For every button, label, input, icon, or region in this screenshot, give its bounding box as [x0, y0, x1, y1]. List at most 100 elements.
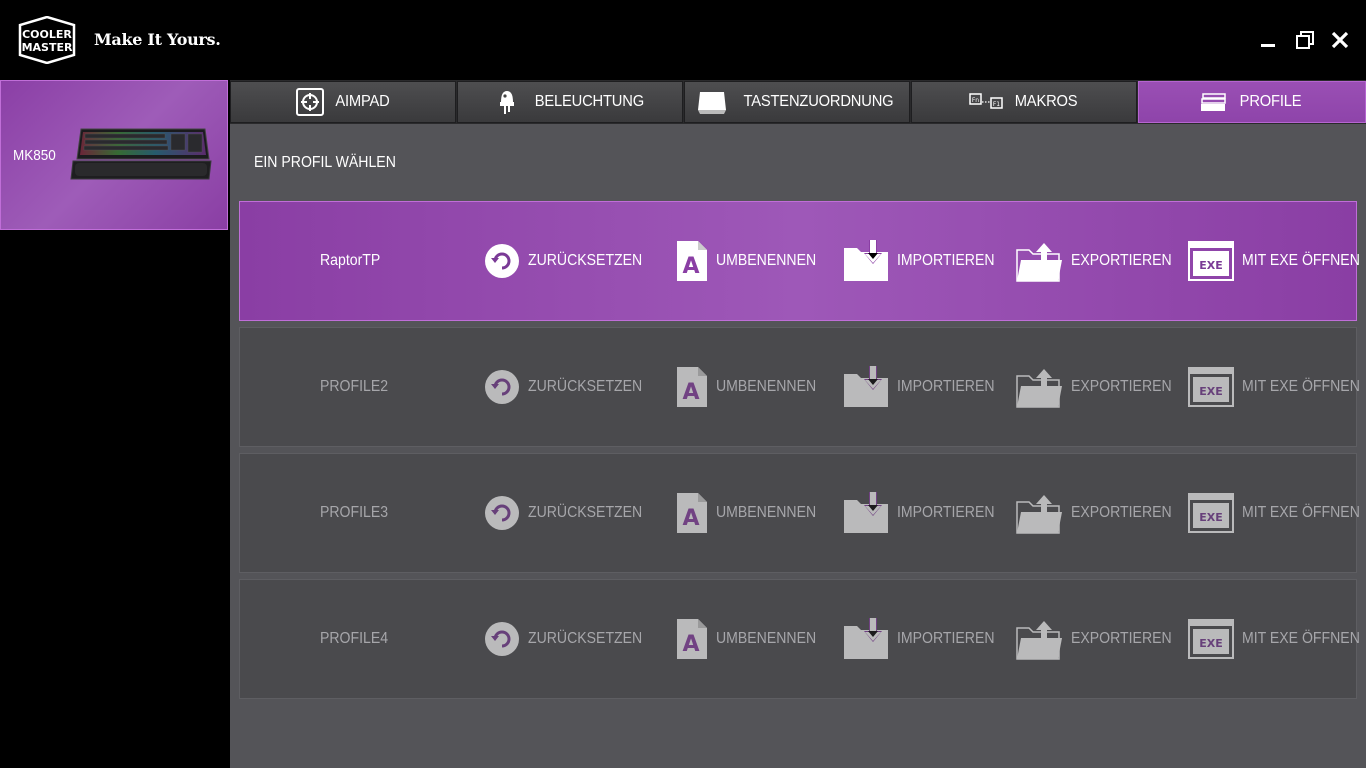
reset-label: ZURÜCKSETZEN: [528, 378, 643, 395]
profile-row-4[interactable]: PROFILE4 ZURÜCKSETZEN A UMBENENNEN IMPOR…: [239, 579, 1360, 699]
tab-tastenzuordnung[interactable]: TASTENZUORDNUNG: [684, 81, 910, 123]
import-label: IMPORTIEREN: [897, 378, 995, 395]
svg-text:F1: F1: [993, 101, 1000, 108]
import-button[interactable]: IMPORTIEREN: [843, 202, 1008, 320]
reset-button[interactable]: ZURÜCKSETZEN: [484, 580, 658, 698]
profile-name: PROFILE3: [320, 504, 389, 521]
reset-button[interactable]: ZURÜCKSETZEN: [484, 454, 658, 572]
lighting-icon: [499, 91, 514, 114]
tab-bar: AIMPAD BELEUCHTUNG TASTENZUORDNUNG Fn F1…: [230, 80, 1366, 124]
open-exe-button[interactable]: EXE MIT EXE ÖFFNEN: [1188, 580, 1366, 698]
import-icon: [844, 366, 888, 407]
svg-text:A: A: [682, 506, 699, 531]
close-icon[interactable]: [1328, 28, 1352, 52]
reset-label: ZURÜCKSETZEN: [528, 252, 643, 269]
tab-label: PROFILE: [1240, 93, 1302, 110]
keymap-icon: [697, 92, 726, 114]
profile-row-2[interactable]: PROFILE2 ZURÜCKSETZEN A UMBENENNEN IMPOR…: [239, 327, 1360, 447]
title-bar: COOLER MASTER Make It Yours.: [0, 0, 1366, 80]
rename-button[interactable]: A UMBENENNEN: [676, 328, 830, 446]
rename-button[interactable]: A UMBENENNEN: [676, 202, 830, 320]
rename-icon: A: [677, 493, 707, 533]
export-label: EXPORTIEREN: [1071, 504, 1172, 521]
tab-label: BELEUCHTUNG: [534, 93, 644, 110]
svg-text:Fn: Fn: [972, 97, 979, 104]
open-exe-label: MIT EXE ÖFFNEN: [1242, 630, 1360, 647]
tab-label: MAKROS: [1014, 93, 1078, 110]
device-name: MK850: [13, 147, 56, 164]
reset-icon: [485, 622, 519, 656]
tab-label: TASTENZUORDNUNG: [743, 93, 893, 110]
svg-text:MASTER: MASTER: [22, 41, 73, 54]
rename-button[interactable]: A UMBENENNEN: [676, 454, 830, 572]
svg-text:COOLER: COOLER: [22, 28, 72, 41]
svg-text:A: A: [682, 632, 699, 657]
exe-icon: EXE: [1188, 241, 1234, 281]
reset-label: ZURÜCKSETZEN: [528, 504, 643, 521]
rename-label: UMBENENNEN: [716, 378, 817, 395]
profile-icon: [1201, 93, 1227, 111]
profile-name: RaptorTP: [320, 252, 381, 269]
import-button[interactable]: IMPORTIEREN: [843, 580, 1008, 698]
export-label: EXPORTIEREN: [1071, 378, 1172, 395]
import-icon: [844, 240, 888, 281]
rename-label: UMBENENNEN: [716, 504, 817, 521]
svg-text:A: A: [682, 380, 699, 405]
profile-row-1[interactable]: RaptorTP ZURÜCKSETZEN A UMBENENNEN IMPOR…: [239, 201, 1360, 321]
open-exe-button[interactable]: EXE MIT EXE ÖFFNEN: [1188, 328, 1366, 446]
main-panel: AIMPAD BELEUCHTUNG TASTENZUORDNUNG Fn F1…: [230, 80, 1366, 768]
exe-badge: EXE: [1199, 511, 1223, 524]
rename-label: UMBENENNEN: [716, 252, 817, 269]
exe-badge: EXE: [1199, 637, 1223, 650]
export-button[interactable]: EXPORTIEREN: [1015, 454, 1185, 572]
export-button[interactable]: EXPORTIEREN: [1015, 580, 1185, 698]
exe-icon: EXE: [1188, 367, 1234, 407]
tab-profile[interactable]: PROFILE: [1138, 81, 1366, 123]
reset-icon: [485, 244, 519, 278]
exe-badge: EXE: [1199, 385, 1223, 398]
device-sidebar: MK850: [0, 80, 230, 768]
import-icon: [844, 492, 888, 533]
tab-label: AIMPAD: [334, 93, 390, 110]
minimize-icon[interactable]: [1256, 28, 1280, 52]
export-button[interactable]: EXPORTIEREN: [1015, 202, 1185, 320]
export-icon: [1016, 243, 1062, 282]
reset-button[interactable]: ZURÜCKSETZEN: [484, 328, 658, 446]
open-exe-label: MIT EXE ÖFFNEN: [1242, 252, 1360, 269]
reset-icon: [485, 496, 519, 530]
import-button[interactable]: IMPORTIEREN: [843, 454, 1008, 572]
import-icon: [844, 618, 888, 659]
svg-text:A: A: [682, 254, 699, 279]
device-card-mk850[interactable]: MK850: [0, 80, 228, 230]
open-exe-button[interactable]: EXE MIT EXE ÖFFNEN: [1188, 202, 1366, 320]
reset-button[interactable]: ZURÜCKSETZEN: [484, 202, 658, 320]
export-button[interactable]: EXPORTIEREN: [1015, 328, 1185, 446]
profile-row-3[interactable]: PROFILE3 ZURÜCKSETZEN A UMBENENNEN IMPOR…: [239, 453, 1360, 573]
exe-badge: EXE: [1199, 259, 1223, 272]
macro-icon: Fn F1: [969, 93, 1003, 109]
restore-icon[interactable]: [1293, 28, 1317, 52]
cooler-master-logo: COOLER MASTER: [18, 16, 76, 64]
open-exe-label: MIT EXE ÖFFNEN: [1242, 504, 1360, 521]
rename-button[interactable]: A UMBENENNEN: [676, 580, 830, 698]
keyboard-image: [70, 128, 212, 180]
brand-tagline: Make It Yours.: [94, 30, 221, 49]
open-exe-label: MIT EXE ÖFFNEN: [1242, 378, 1360, 395]
import-label: IMPORTIEREN: [897, 504, 995, 521]
export-icon: [1016, 495, 1062, 534]
rename-icon: A: [677, 367, 707, 407]
reset-icon: [485, 370, 519, 404]
import-button[interactable]: IMPORTIEREN: [843, 328, 1008, 446]
import-label: IMPORTIEREN: [897, 630, 995, 647]
section-title: EIN PROFIL WÄHLEN: [254, 154, 396, 171]
tab-aimpad[interactable]: AIMPAD: [230, 81, 456, 123]
tab-beleuchtung[interactable]: BELEUCHTUNG: [457, 81, 683, 123]
tab-makros[interactable]: Fn F1 MAKROS: [911, 81, 1137, 123]
profile-name: PROFILE2: [320, 378, 389, 395]
exe-icon: EXE: [1188, 493, 1234, 533]
aimpad-icon: [295, 88, 324, 116]
open-exe-button[interactable]: EXE MIT EXE ÖFFNEN: [1188, 454, 1366, 572]
profile-name: PROFILE4: [320, 630, 389, 647]
rename-label: UMBENENNEN: [716, 630, 817, 647]
exe-icon: EXE: [1188, 619, 1234, 659]
